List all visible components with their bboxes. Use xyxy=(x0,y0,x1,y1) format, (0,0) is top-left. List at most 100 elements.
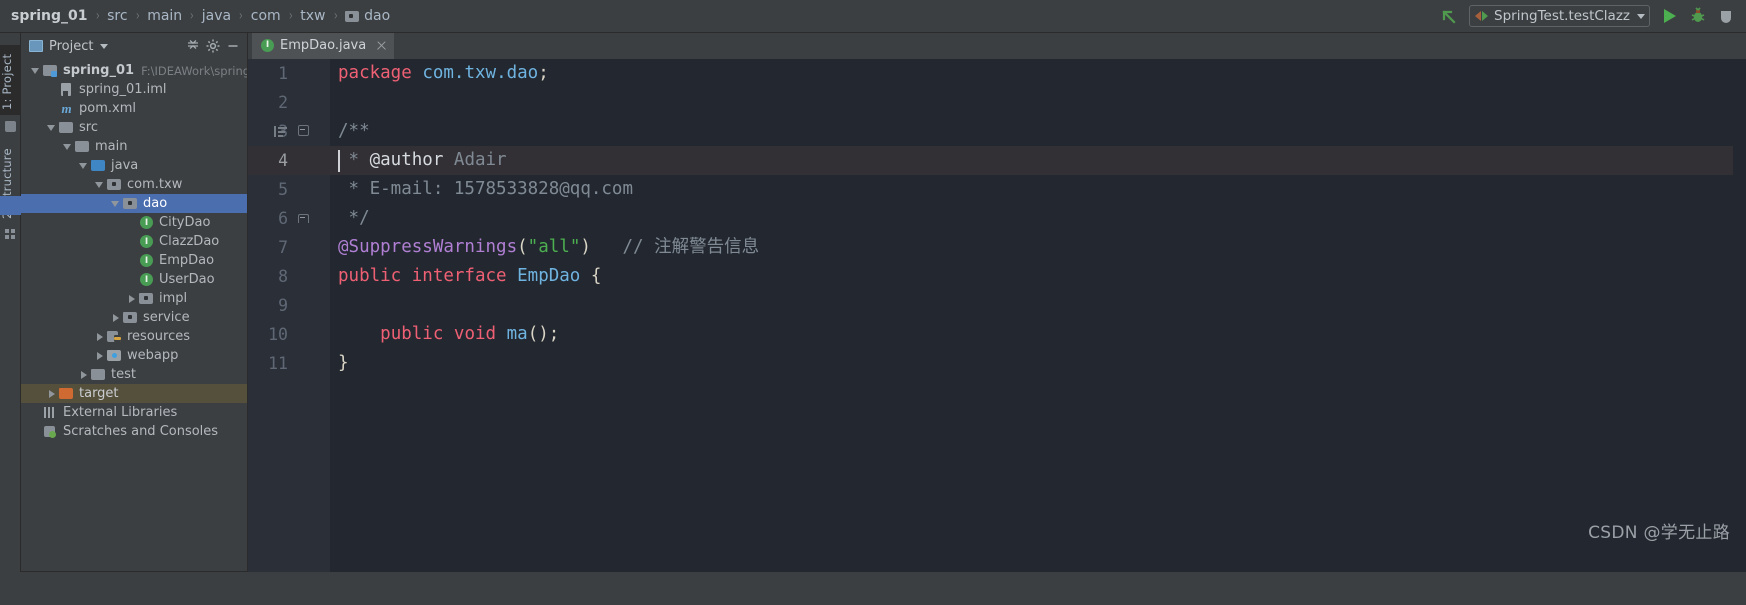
chevron-down-icon[interactable] xyxy=(110,198,121,209)
chevron-down-icon[interactable] xyxy=(46,122,57,133)
code-token: /** xyxy=(338,121,370,141)
toolbar-right-group: SpringTest.testClazz xyxy=(1435,0,1746,32)
tree-item-dao[interactable]: dao xyxy=(21,194,247,213)
chevron-down-icon[interactable] xyxy=(94,179,105,190)
code-token: ; xyxy=(538,63,549,83)
interface-icon xyxy=(261,38,274,52)
code-token: (); xyxy=(527,324,560,344)
debug-button[interactable] xyxy=(1685,3,1711,29)
tree-item-target[interactable]: target xyxy=(21,384,247,403)
code-line[interactable]: 10 public void ma(); xyxy=(248,320,1746,349)
tree-item-label: com.txw xyxy=(127,177,183,192)
editor-marker-rail[interactable] xyxy=(1733,85,1746,572)
code-line[interactable]: 8 public interface EmpDao { xyxy=(248,262,1746,291)
project-panel-title: Project xyxy=(49,38,94,54)
tree-item-spring-01[interactable]: spring_01 F:\IDEAWork\spring\spring_ xyxy=(21,61,247,80)
tree-twisty-empty xyxy=(126,255,137,266)
chevron-right-icon[interactable] xyxy=(46,388,57,399)
line-number: 4 xyxy=(278,151,288,170)
close-icon[interactable] xyxy=(375,39,387,51)
tree-item-label: pom.xml xyxy=(79,101,136,116)
chevron-right-icon[interactable] xyxy=(126,293,137,304)
tree-item-main[interactable]: main xyxy=(21,137,247,156)
code-lines[interactable]: 1package com.txw.dao;23/**4 * @author Ad… xyxy=(248,59,1746,572)
code-line-text: package com.txw.dao; xyxy=(338,59,549,88)
minimize-icon[interactable] xyxy=(223,36,243,56)
tree-item-java[interactable]: java xyxy=(21,156,247,175)
tree-item-webapp[interactable]: webapp xyxy=(21,346,247,365)
breadcrumb-separator: › xyxy=(238,8,243,24)
tree-item-spring-01-iml[interactable]: spring_01.iml xyxy=(21,80,247,99)
fold-collapse-icon[interactable] xyxy=(296,125,309,138)
fold-end-icon[interactable] xyxy=(296,212,309,225)
status-bar xyxy=(0,572,1746,605)
collapse-all-icon[interactable] xyxy=(183,36,203,56)
project-tree[interactable]: spring_01 F:\IDEAWork\spring\spring_sprin… xyxy=(21,59,247,572)
tree-item-external-libraries[interactable]: External Libraries xyxy=(21,403,247,422)
code-line[interactable]: 3/** xyxy=(248,117,1746,146)
breadcrumb-item-txw[interactable]: txw xyxy=(300,9,325,23)
tree-item-label: External Libraries xyxy=(63,405,178,420)
code-line[interactable]: 5 * E-mail: 1578533828@qq.com xyxy=(248,175,1746,204)
chevron-down-icon[interactable] xyxy=(100,43,109,49)
tree-item-scratches-and-consoles[interactable]: Scratches and Consoles xyxy=(21,422,247,441)
tree-item-src[interactable]: src xyxy=(21,118,247,137)
code-line[interactable]: 1 package com.txw.dao; xyxy=(248,59,1746,88)
tree-item-resources[interactable]: resources xyxy=(21,327,247,346)
breadcrumb-item-main[interactable]: main xyxy=(147,9,182,23)
code-token: * E-mail: 1578533828@qq.com xyxy=(338,179,634,199)
breadcrumb-separator: › xyxy=(190,8,194,24)
code-line[interactable]: 6 */ xyxy=(248,204,1746,233)
folder-icon xyxy=(75,140,90,154)
tree-item-citydao[interactable]: CityDao xyxy=(21,213,247,232)
line-number: 11 xyxy=(268,354,288,373)
chevron-right-icon[interactable] xyxy=(110,312,121,323)
code-token: "all" xyxy=(527,237,581,257)
tree-item-com-txw[interactable]: com.txw xyxy=(21,175,247,194)
tree-item-userdao[interactable]: UserDao xyxy=(21,270,247,289)
tree-item-label: ClazzDao xyxy=(159,234,220,249)
tool-window-tab-project[interactable]: 1: Project xyxy=(0,45,21,115)
gear-icon[interactable] xyxy=(203,36,223,56)
stop-button[interactable] xyxy=(1713,3,1739,29)
tree-item-label: main xyxy=(95,139,128,154)
code-line[interactable]: 11} xyxy=(248,349,1746,378)
chevron-down-icon[interactable] xyxy=(30,65,41,76)
chevron-right-icon[interactable] xyxy=(94,350,105,361)
tree-item-empdao[interactable]: EmpDao xyxy=(21,251,247,270)
run-configuration-selector[interactable]: SpringTest.testClazz xyxy=(1469,5,1650,27)
code-line[interactable]: 7 @SuppressWarnings("all") // 注解警告信息 xyxy=(248,233,1746,262)
tree-item-service[interactable]: service xyxy=(21,308,247,327)
tree-item-test[interactable]: test xyxy=(21,365,247,384)
code-editor[interactable]: 1package com.txw.dao;23/**4 * @author Ad… xyxy=(248,59,1746,572)
folder-icon xyxy=(59,121,74,135)
chevron-down-icon[interactable] xyxy=(62,141,73,152)
chevron-right-icon[interactable] xyxy=(78,369,89,380)
line-number: 7 xyxy=(278,238,288,257)
tree-item-pom-xml[interactable]: m pom.xml xyxy=(21,99,247,118)
chevron-down-icon[interactable] xyxy=(78,160,89,171)
code-line-text: } xyxy=(338,349,349,378)
line-number: 8 xyxy=(278,267,288,286)
editor-tab-empdao[interactable]: EmpDao.java xyxy=(252,33,395,59)
watermark: CSDN @学无止路 xyxy=(1588,523,1730,543)
breadcrumb-item-src[interactable]: src xyxy=(107,9,127,23)
structure-icon xyxy=(5,229,16,240)
code-token: * xyxy=(338,150,370,170)
code-line[interactable]: 4 * @author Adair xyxy=(248,146,1746,175)
chevron-right-icon[interactable] xyxy=(94,331,105,342)
run-button[interactable] xyxy=(1657,3,1683,29)
code-token: Adair xyxy=(443,150,507,170)
arrow-up-left-icon[interactable] xyxy=(1436,3,1462,29)
code-line[interactable]: 9 xyxy=(248,291,1746,320)
breadcrumb-label: com xyxy=(250,8,281,24)
breadcrumb-item-com[interactable]: com xyxy=(251,9,281,23)
breadcrumb-item-java[interactable]: java xyxy=(202,9,231,23)
breadcrumb-item-dao[interactable]: dao xyxy=(345,9,390,23)
tree-item-label: spring_01 xyxy=(63,63,135,78)
tree-item-impl[interactable]: impl xyxy=(21,289,247,308)
tree-item-clazzdao[interactable]: ClazzDao xyxy=(21,232,247,251)
code-line[interactable]: 2 xyxy=(248,88,1746,117)
breadcrumb-item-spring-01[interactable]: spring_01 xyxy=(11,9,88,23)
